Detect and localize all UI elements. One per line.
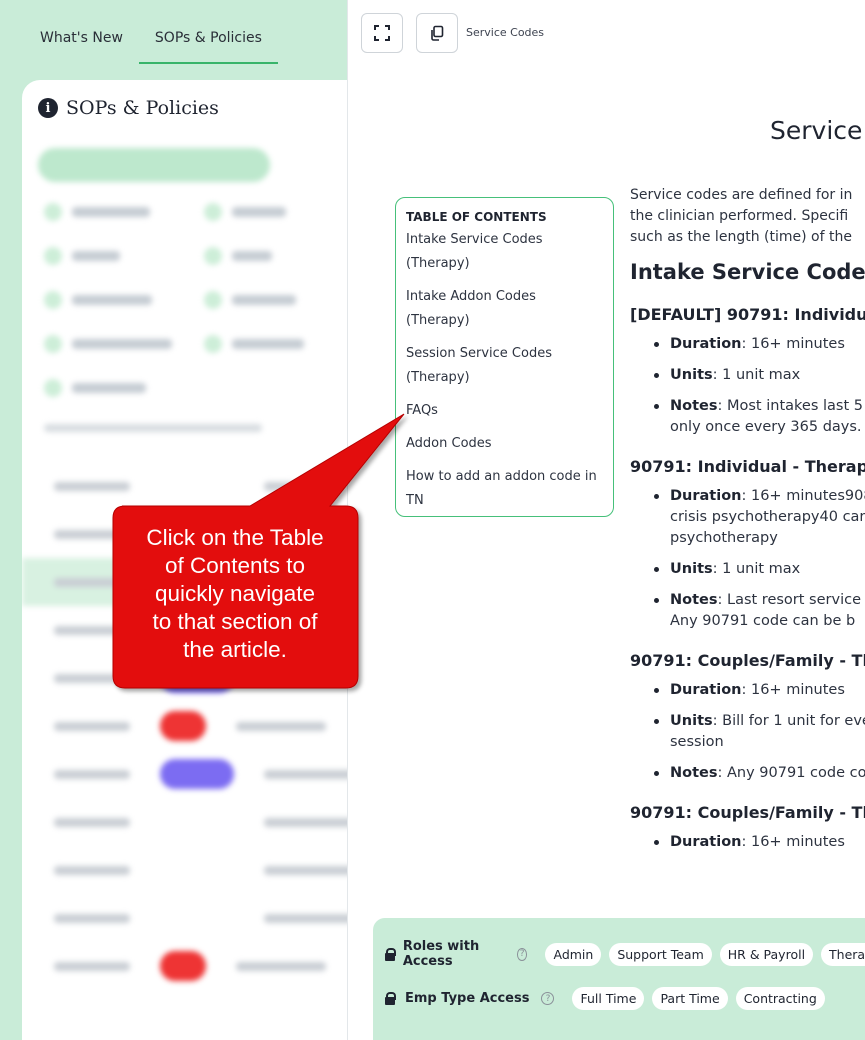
top-tabs: What's New SOPs & Policies <box>24 18 278 66</box>
category-item[interactable] <box>44 288 204 312</box>
roles-access-row: Roles with Access ? Admin Support Team H… <box>385 939 865 969</box>
toc-link[interactable]: Addon Codes <box>406 432 603 456</box>
emp-type-chip: Full Time <box>572 987 645 1010</box>
help-icon[interactable]: ? <box>541 992 555 1005</box>
table-row[interactable] <box>22 798 382 846</box>
role-chip: Therapis <box>821 942 865 966</box>
detail-notes: Notes: Any 90791 code co <box>630 763 865 784</box>
intro-line: the clinician performed. Specifi <box>630 208 849 224</box>
table-of-contents: TABLE OF CONTENTS Intake Service Codes (… <box>395 197 614 517</box>
emp-type-chip: Part Time <box>652 987 728 1010</box>
category-item[interactable] <box>44 332 204 356</box>
detail-notes: Notes: Last resort service Any 90791 cod… <box>630 590 865 632</box>
copy-icon <box>431 25 444 41</box>
table-row[interactable] <box>22 894 382 942</box>
detail-duration: Duration: 16+ minutes <box>630 680 865 701</box>
section-heading: Intake Service Codes <box>630 260 865 284</box>
category-item[interactable] <box>44 376 204 400</box>
table-row[interactable] <box>22 846 382 894</box>
code-heading: [DEFAULT] 90791: Individual <box>630 305 865 324</box>
table-row[interactable] <box>22 702 382 750</box>
category-item[interactable] <box>44 200 204 224</box>
category-item[interactable] <box>204 288 364 312</box>
toc-link[interactable]: Session Service Codes (Therapy) <box>406 342 603 390</box>
emp-type-label: Emp Type Access <box>405 991 530 1006</box>
info-icon: i <box>38 98 58 118</box>
callout-line: the article. <box>183 637 287 662</box>
detail-duration: Duration: 16+ minutes908 crisis psychothe… <box>630 486 865 549</box>
role-chip: Support Team <box>609 942 712 966</box>
callout-line: of Contents to <box>164 553 306 578</box>
code-heading: 90791: Couples/Family - The <box>630 651 865 670</box>
callout-text: Click on the Table of Contents to quickl… <box>113 524 357 664</box>
code-heading: 90791: Couples/Family - The <box>630 803 865 822</box>
toc-link[interactable]: Intake Service Codes (Therapy) <box>406 228 603 276</box>
category-item[interactable] <box>44 244 204 268</box>
expand-icon <box>374 25 390 41</box>
role-chip: Admin <box>545 942 602 966</box>
detail-units: Units: Bill for 1 unit for eve session <box>630 711 865 753</box>
role-chip: HR & Payroll <box>719 942 814 966</box>
roles-label: Roles with Access <box>402 939 480 969</box>
breadcrumb: Service Codes <box>466 26 545 39</box>
category-item[interactable] <box>204 200 364 224</box>
code-details: Duration: 16+ minutes908 crisis psychothe… <box>630 486 865 632</box>
lock-icon <box>385 992 396 1005</box>
copy-button[interactable] <box>416 13 458 53</box>
detail-notes: Notes: Most intakes last 5 only once ever… <box>630 396 865 438</box>
intro-paragraph: Service codes are defined for in the cli… <box>630 185 865 248</box>
category-grid <box>44 200 382 400</box>
code-details: Duration: 16+ minutes Units: Bill for 1 … <box>630 680 865 784</box>
emp-type-chip: Contracting <box>735 987 825 1010</box>
article-body: Service codes are defined for in the cli… <box>630 185 865 863</box>
tab-whats-new[interactable]: What's New <box>24 18 139 64</box>
toc-link[interactable]: FAQs <box>406 399 603 423</box>
emp-type-access-row: Emp Type Access ? Full Time Part Time Co… <box>385 987 827 1010</box>
card-title: SOPs & Policies <box>66 97 219 119</box>
callout-line: to that section of <box>152 609 318 634</box>
callout-line: quickly navigate <box>154 581 316 606</box>
help-icon[interactable]: ? <box>516 947 528 961</box>
lock-icon <box>385 947 396 961</box>
access-panel: Roles with Access ? Admin Support Team H… <box>373 918 865 1040</box>
page-title: Service <box>770 116 863 145</box>
toc-heading: TABLE OF CONTENTS <box>406 210 547 224</box>
article-panel: Service Codes Service TABLE OF CONTENTS … <box>347 0 865 1040</box>
intro-line: Service codes are defined for in <box>630 187 853 203</box>
table-row[interactable] <box>22 750 382 798</box>
code-details: Duration: 16+ minutes Units: 1 unit max … <box>630 334 865 438</box>
detail-units: Units: 1 unit max <box>630 365 865 386</box>
detail-duration: Duration: 16+ minutes <box>630 832 865 853</box>
code-details: Duration: 16+ minutes <box>630 832 865 853</box>
card-header: i SOPs & Policies <box>22 80 382 136</box>
code-heading: 90791: Individual - Therapy <box>630 457 865 476</box>
detail-units: Units: 1 unit max <box>630 559 865 580</box>
list-caption <box>44 424 262 432</box>
table-row[interactable] <box>22 942 382 990</box>
category-item[interactable] <box>204 244 364 268</box>
detail-duration: Duration: 16+ minutes <box>630 334 865 355</box>
expand-button[interactable] <box>361 13 403 53</box>
search-input[interactable] <box>38 148 270 182</box>
category-item[interactable] <box>204 332 364 356</box>
intro-line: such as the length (time) of the <box>630 229 852 245</box>
toc-link[interactable]: Intake Addon Codes (Therapy) <box>406 285 603 333</box>
callout-line: Click on the Table <box>146 525 324 550</box>
toc-link[interactable]: How to add an addon code in TN <box>406 465 603 513</box>
tab-sops-policies[interactable]: SOPs & Policies <box>138 18 278 64</box>
table-header-row <box>22 462 382 510</box>
